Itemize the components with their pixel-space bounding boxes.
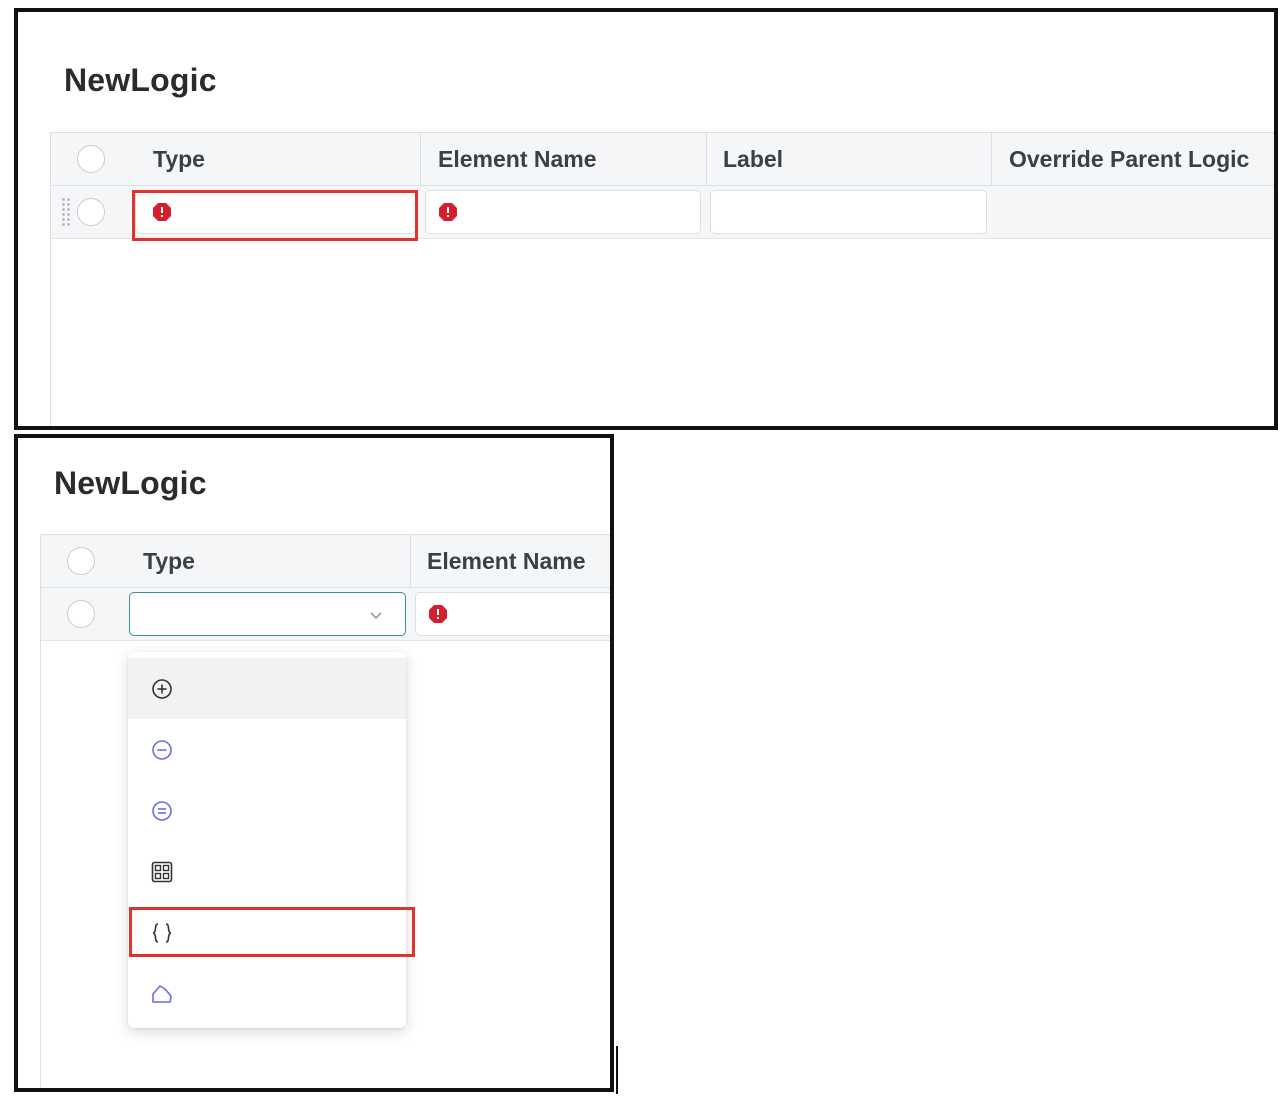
- type-cell-highlight: [132, 190, 418, 241]
- error-icon: [439, 203, 457, 221]
- expression-item-highlight: [129, 907, 415, 957]
- table-row: [41, 588, 610, 641]
- dropdown-item-shape[interactable]: [128, 963, 406, 1024]
- chevron-down-icon[interactable]: [368, 607, 384, 623]
- column-header-type[interactable]: Type: [143, 535, 195, 587]
- plus-circle-icon: [152, 679, 172, 699]
- label-cell-input[interactable]: [710, 190, 987, 234]
- column-separator[interactable]: [706, 133, 707, 185]
- select-all-checkbox[interactable]: [67, 547, 95, 575]
- shape-outline-icon: [152, 985, 172, 1003]
- dropdown-item-equals[interactable]: [128, 780, 406, 841]
- column-header-type[interactable]: Type: [153, 133, 205, 185]
- page-title: NewLogic: [64, 62, 217, 98]
- grid-header: Type Element Name Label Override Parent …: [51, 133, 1274, 186]
- column-header-override-parent-logic[interactable]: Override Parent Logic: [1009, 133, 1249, 185]
- element-name-cell-input[interactable]: [425, 190, 701, 234]
- element-name-cell-input[interactable]: [415, 592, 610, 636]
- logic-grid: Type Element Name Label Override Parent …: [50, 132, 1274, 426]
- grid-header: Type Element Name: [41, 535, 610, 588]
- text-cursor: [616, 1046, 618, 1094]
- row-checkbox[interactable]: [67, 600, 95, 628]
- dropdown-item-grid[interactable]: [128, 841, 406, 902]
- type-dropdown-menu: [128, 652, 406, 1028]
- column-separator[interactable]: [410, 535, 411, 587]
- column-header-element-name[interactable]: Element Name: [427, 535, 586, 587]
- column-header-element-name[interactable]: Element Name: [438, 133, 597, 185]
- dropdown-item-subtract[interactable]: [128, 719, 406, 780]
- error-icon: [429, 605, 447, 623]
- top-panel: NewLogic Type Element Name Label Overrid…: [14, 8, 1278, 430]
- minus-circle-icon: [152, 740, 172, 760]
- bottom-panel: NewLogic Type Element Name: [14, 434, 614, 1092]
- drag-handle-icon[interactable]: [61, 197, 71, 227]
- column-header-label[interactable]: Label: [723, 133, 783, 185]
- grid-table-icon: [151, 861, 173, 883]
- column-separator[interactable]: [991, 133, 992, 185]
- page-title: NewLogic: [54, 465, 207, 501]
- type-select[interactable]: [129, 592, 406, 636]
- select-all-checkbox[interactable]: [77, 145, 105, 173]
- row-checkbox[interactable]: [77, 198, 105, 226]
- column-separator[interactable]: [420, 133, 421, 185]
- equals-circle-icon: [152, 801, 172, 821]
- dropdown-item-add[interactable]: [128, 658, 406, 719]
